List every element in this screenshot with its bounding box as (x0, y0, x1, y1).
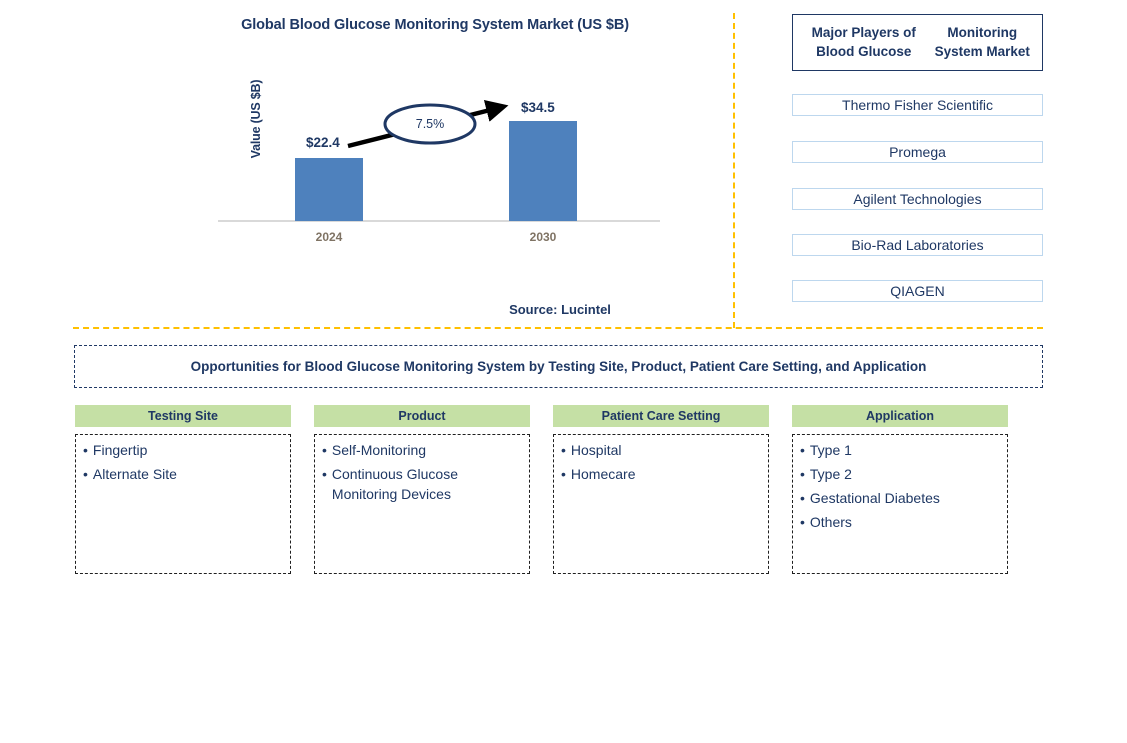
opportunities-banner: Opportunities for Blood Glucose Monitori… (74, 345, 1043, 388)
list-item-label: Type 2 (809, 465, 852, 482)
player-item-label: Bio-Rad Laboratories (851, 237, 984, 253)
y-axis-label: Value (US $B) (249, 79, 263, 159)
opportunity-column-testing-site: Testing Site • Fingertip • Alternate Sit… (75, 405, 291, 574)
player-item: Thermo Fisher Scientific (792, 94, 1043, 116)
x-axis-baseline (218, 220, 660, 222)
list-item-label: Alternate Site (92, 465, 177, 482)
list-item-label: Homecare (570, 465, 636, 482)
bullet-icon: • (83, 465, 88, 482)
player-item-label: QIAGEN (890, 283, 945, 299)
x-tick-label-2030: 2030 (529, 230, 557, 244)
player-item-label: Promega (889, 144, 946, 160)
cagr-value-label: 7.5% (415, 117, 445, 131)
list-item: • Hospital (561, 441, 761, 461)
column-header: Product (314, 405, 530, 427)
list-item: • Others (800, 513, 1000, 533)
player-item-label: Agilent Technologies (853, 191, 982, 207)
major-players-header-line2: Monitoring System Market (934, 25, 1030, 59)
list-item: • Type 2 (800, 465, 1000, 485)
player-item: Promega (792, 141, 1043, 163)
bullet-icon: • (800, 513, 805, 530)
column-body: • Hospital • Homecare (553, 434, 769, 574)
major-players-header: Major Players of Blood Glucose Monitorin… (792, 14, 1043, 71)
column-header: Testing Site (75, 405, 291, 427)
chart-title: Global Blood Glucose Monitoring System M… (241, 17, 629, 33)
opportunity-column-application: Application • Type 1 • Type 2 • Gestatio… (792, 405, 1008, 574)
list-item-label: Type 1 (809, 442, 852, 458)
bullet-icon: • (800, 442, 805, 458)
list-item: • Self-Monitoring (322, 441, 522, 461)
list-item: • Fingertip (83, 441, 283, 461)
column-header: Patient Care Setting (553, 405, 769, 427)
player-item-label: Thermo Fisher Scientific (842, 97, 993, 113)
bullet-icon: • (561, 442, 566, 458)
column-body: • Type 1 • Type 2 • Gestational Diabetes… (792, 434, 1008, 574)
bullet-icon: • (322, 465, 327, 482)
bullet-icon: • (800, 465, 805, 482)
list-item-label: Hospital (570, 442, 622, 458)
list-item-label: Gestational Diabetes (809, 489, 940, 506)
list-item-label: Others (809, 513, 852, 530)
player-item: Bio-Rad Laboratories (792, 234, 1043, 256)
list-item-label: Fingertip (92, 442, 148, 458)
bar-value-label-2024: $22.4 (306, 135, 340, 150)
list-item-label: Continuous Glucose Monitoring Devices (331, 465, 458, 502)
list-item: • Type 1 (800, 441, 1000, 461)
x-tick-label-2024: 2024 (315, 230, 343, 244)
bullet-icon: • (322, 442, 327, 458)
player-item: Agilent Technologies (792, 188, 1043, 210)
vertical-divider (733, 13, 735, 328)
horizontal-divider (73, 327, 1043, 329)
list-item: • Homecare (561, 465, 761, 485)
column-header: Application (792, 405, 1008, 427)
bullet-icon: • (83, 442, 88, 458)
list-item: • Continuous Glucose Monitoring Devices (322, 465, 522, 505)
opportunity-column-product: Product • Self-Monitoring • Continuous G… (314, 405, 530, 574)
bullet-icon: • (800, 489, 805, 506)
column-body: • Fingertip • Alternate Site (75, 434, 291, 574)
column-body: • Self-Monitoring • Continuous Glucose M… (314, 434, 530, 574)
list-item: • Alternate Site (83, 465, 283, 485)
bar-2024 (295, 158, 363, 221)
major-players-header-line1: Major Players of Blood Glucose (811, 25, 916, 59)
opportunity-column-patient-care-setting: Patient Care Setting • Hospital • Homeca… (553, 405, 769, 574)
source-label: Source: Lucintel (509, 302, 611, 317)
bullet-icon: • (561, 465, 566, 482)
list-item: • Gestational Diabetes (800, 489, 1000, 509)
list-item-label: Self-Monitoring (331, 442, 427, 458)
player-item: QIAGEN (792, 280, 1043, 302)
infographic-root: Global Blood Glucose Monitoring System M… (0, 0, 1127, 743)
